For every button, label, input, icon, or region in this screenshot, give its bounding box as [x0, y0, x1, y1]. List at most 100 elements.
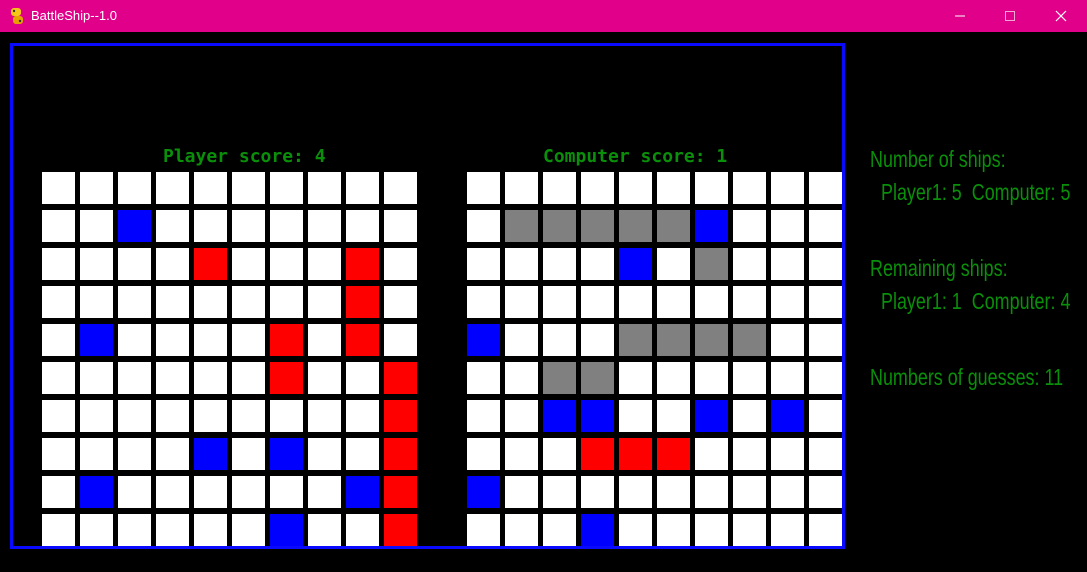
computer-board-cell[interactable] [809, 324, 842, 356]
computer-board-cell[interactable] [657, 324, 690, 356]
computer-board-cell[interactable] [733, 172, 766, 204]
computer-board-cell[interactable] [733, 286, 766, 318]
player-board-cell[interactable] [232, 400, 265, 432]
player-board-cell[interactable] [346, 476, 379, 508]
player-board-cell[interactable] [384, 248, 417, 280]
player-board-cell[interactable] [156, 248, 189, 280]
computer-board-cell[interactable] [809, 476, 842, 508]
player-board-cell[interactable] [42, 514, 75, 546]
computer-board-cell[interactable] [619, 286, 652, 318]
computer-board-cell[interactable] [657, 248, 690, 280]
computer-board-cell[interactable] [771, 286, 804, 318]
computer-board-cell[interactable] [505, 400, 538, 432]
player-board-cell[interactable] [270, 400, 303, 432]
player-board-cell[interactable] [270, 172, 303, 204]
player-board-cell[interactable] [80, 400, 113, 432]
player-board-cell[interactable] [194, 286, 227, 318]
computer-board-cell[interactable] [733, 210, 766, 242]
player-board-cell[interactable] [194, 400, 227, 432]
player-board-cell[interactable] [384, 286, 417, 318]
player-board-cell[interactable] [156, 362, 189, 394]
player-board-cell[interactable] [232, 476, 265, 508]
player-board-cell[interactable] [308, 210, 341, 242]
player-board-cell[interactable] [194, 210, 227, 242]
computer-board-cell[interactable] [581, 400, 614, 432]
player-board-cell[interactable] [118, 476, 151, 508]
computer-board-cell[interactable] [771, 210, 804, 242]
player-board-cell[interactable] [194, 514, 227, 546]
computer-board-cell[interactable] [581, 286, 614, 318]
player-board-cell[interactable] [308, 286, 341, 318]
computer-board-cell[interactable] [771, 172, 804, 204]
player-board-cell[interactable] [270, 210, 303, 242]
player-board-cell[interactable] [42, 172, 75, 204]
computer-board-cell[interactable] [505, 172, 538, 204]
computer-board-cell[interactable] [695, 438, 728, 470]
computer-board-cell[interactable] [467, 324, 500, 356]
computer-board-cell[interactable] [467, 514, 500, 546]
player-board-cell[interactable] [156, 514, 189, 546]
computer-board-cell[interactable] [657, 286, 690, 318]
player-board-cell[interactable] [80, 210, 113, 242]
computer-board-cell[interactable] [543, 438, 576, 470]
player-board-cell[interactable] [194, 438, 227, 470]
player-board-cell[interactable] [232, 172, 265, 204]
player-board-cell[interactable] [156, 286, 189, 318]
computer-board-cell[interactable] [505, 324, 538, 356]
computer-board-cell[interactable] [543, 362, 576, 394]
computer-board-cell[interactable] [619, 400, 652, 432]
computer-board-cell[interactable] [467, 438, 500, 470]
player-board-cell[interactable] [232, 362, 265, 394]
player-board-cell[interactable] [232, 324, 265, 356]
computer-board-cell[interactable] [505, 248, 538, 280]
player-board-cell[interactable] [42, 286, 75, 318]
computer-board-cell[interactable] [619, 514, 652, 546]
computer-board-cell[interactable] [657, 438, 690, 470]
player-board-cell[interactable] [346, 248, 379, 280]
player-board-cell[interactable] [346, 286, 379, 318]
player-board-cell[interactable] [80, 286, 113, 318]
player-board-cell[interactable] [346, 514, 379, 546]
player-board-cell[interactable] [118, 514, 151, 546]
computer-board-cell[interactable] [505, 210, 538, 242]
computer-board-cell[interactable] [733, 476, 766, 508]
computer-board-cell[interactable] [543, 400, 576, 432]
computer-board-cell[interactable] [657, 476, 690, 508]
player-board-cell[interactable] [118, 172, 151, 204]
computer-board-cell[interactable] [695, 286, 728, 318]
player-board-cell[interactable] [80, 476, 113, 508]
computer-board-cell[interactable] [733, 362, 766, 394]
player-board-cell[interactable] [42, 210, 75, 242]
player-board-cell[interactable] [270, 324, 303, 356]
player-board-cell[interactable] [42, 324, 75, 356]
computer-board-cell[interactable] [543, 172, 576, 204]
player-board-cell[interactable] [384, 362, 417, 394]
player-board-cell[interactable] [156, 438, 189, 470]
player-board-cell[interactable] [384, 438, 417, 470]
player-board-cell[interactable] [308, 400, 341, 432]
computer-board-cell[interactable] [543, 248, 576, 280]
computer-board-cell[interactable] [581, 172, 614, 204]
player-board-cell[interactable] [80, 362, 113, 394]
computer-board-cell[interactable] [809, 286, 842, 318]
player-board-cell[interactable] [232, 248, 265, 280]
player-board-cell[interactable] [80, 438, 113, 470]
computer-board-cell[interactable] [467, 248, 500, 280]
computer-board-cell[interactable] [733, 514, 766, 546]
computer-board-cell[interactable] [695, 324, 728, 356]
computer-board-cell[interactable] [695, 476, 728, 508]
player-board-cell[interactable] [156, 324, 189, 356]
computer-board-cell[interactable] [505, 438, 538, 470]
computer-board-cell[interactable] [543, 324, 576, 356]
computer-board-cell[interactable] [467, 476, 500, 508]
player-board-cell[interactable] [308, 324, 341, 356]
player-board-cell[interactable] [308, 248, 341, 280]
computer-board-cell[interactable] [695, 172, 728, 204]
computer-board-cell[interactable] [505, 362, 538, 394]
player-board-cell[interactable] [194, 362, 227, 394]
player-board-cell[interactable] [384, 324, 417, 356]
computer-board-cell[interactable] [505, 514, 538, 546]
computer-board-cell[interactable] [809, 514, 842, 546]
computer-board-cell[interactable] [809, 210, 842, 242]
computer-board-cell[interactable] [771, 514, 804, 546]
